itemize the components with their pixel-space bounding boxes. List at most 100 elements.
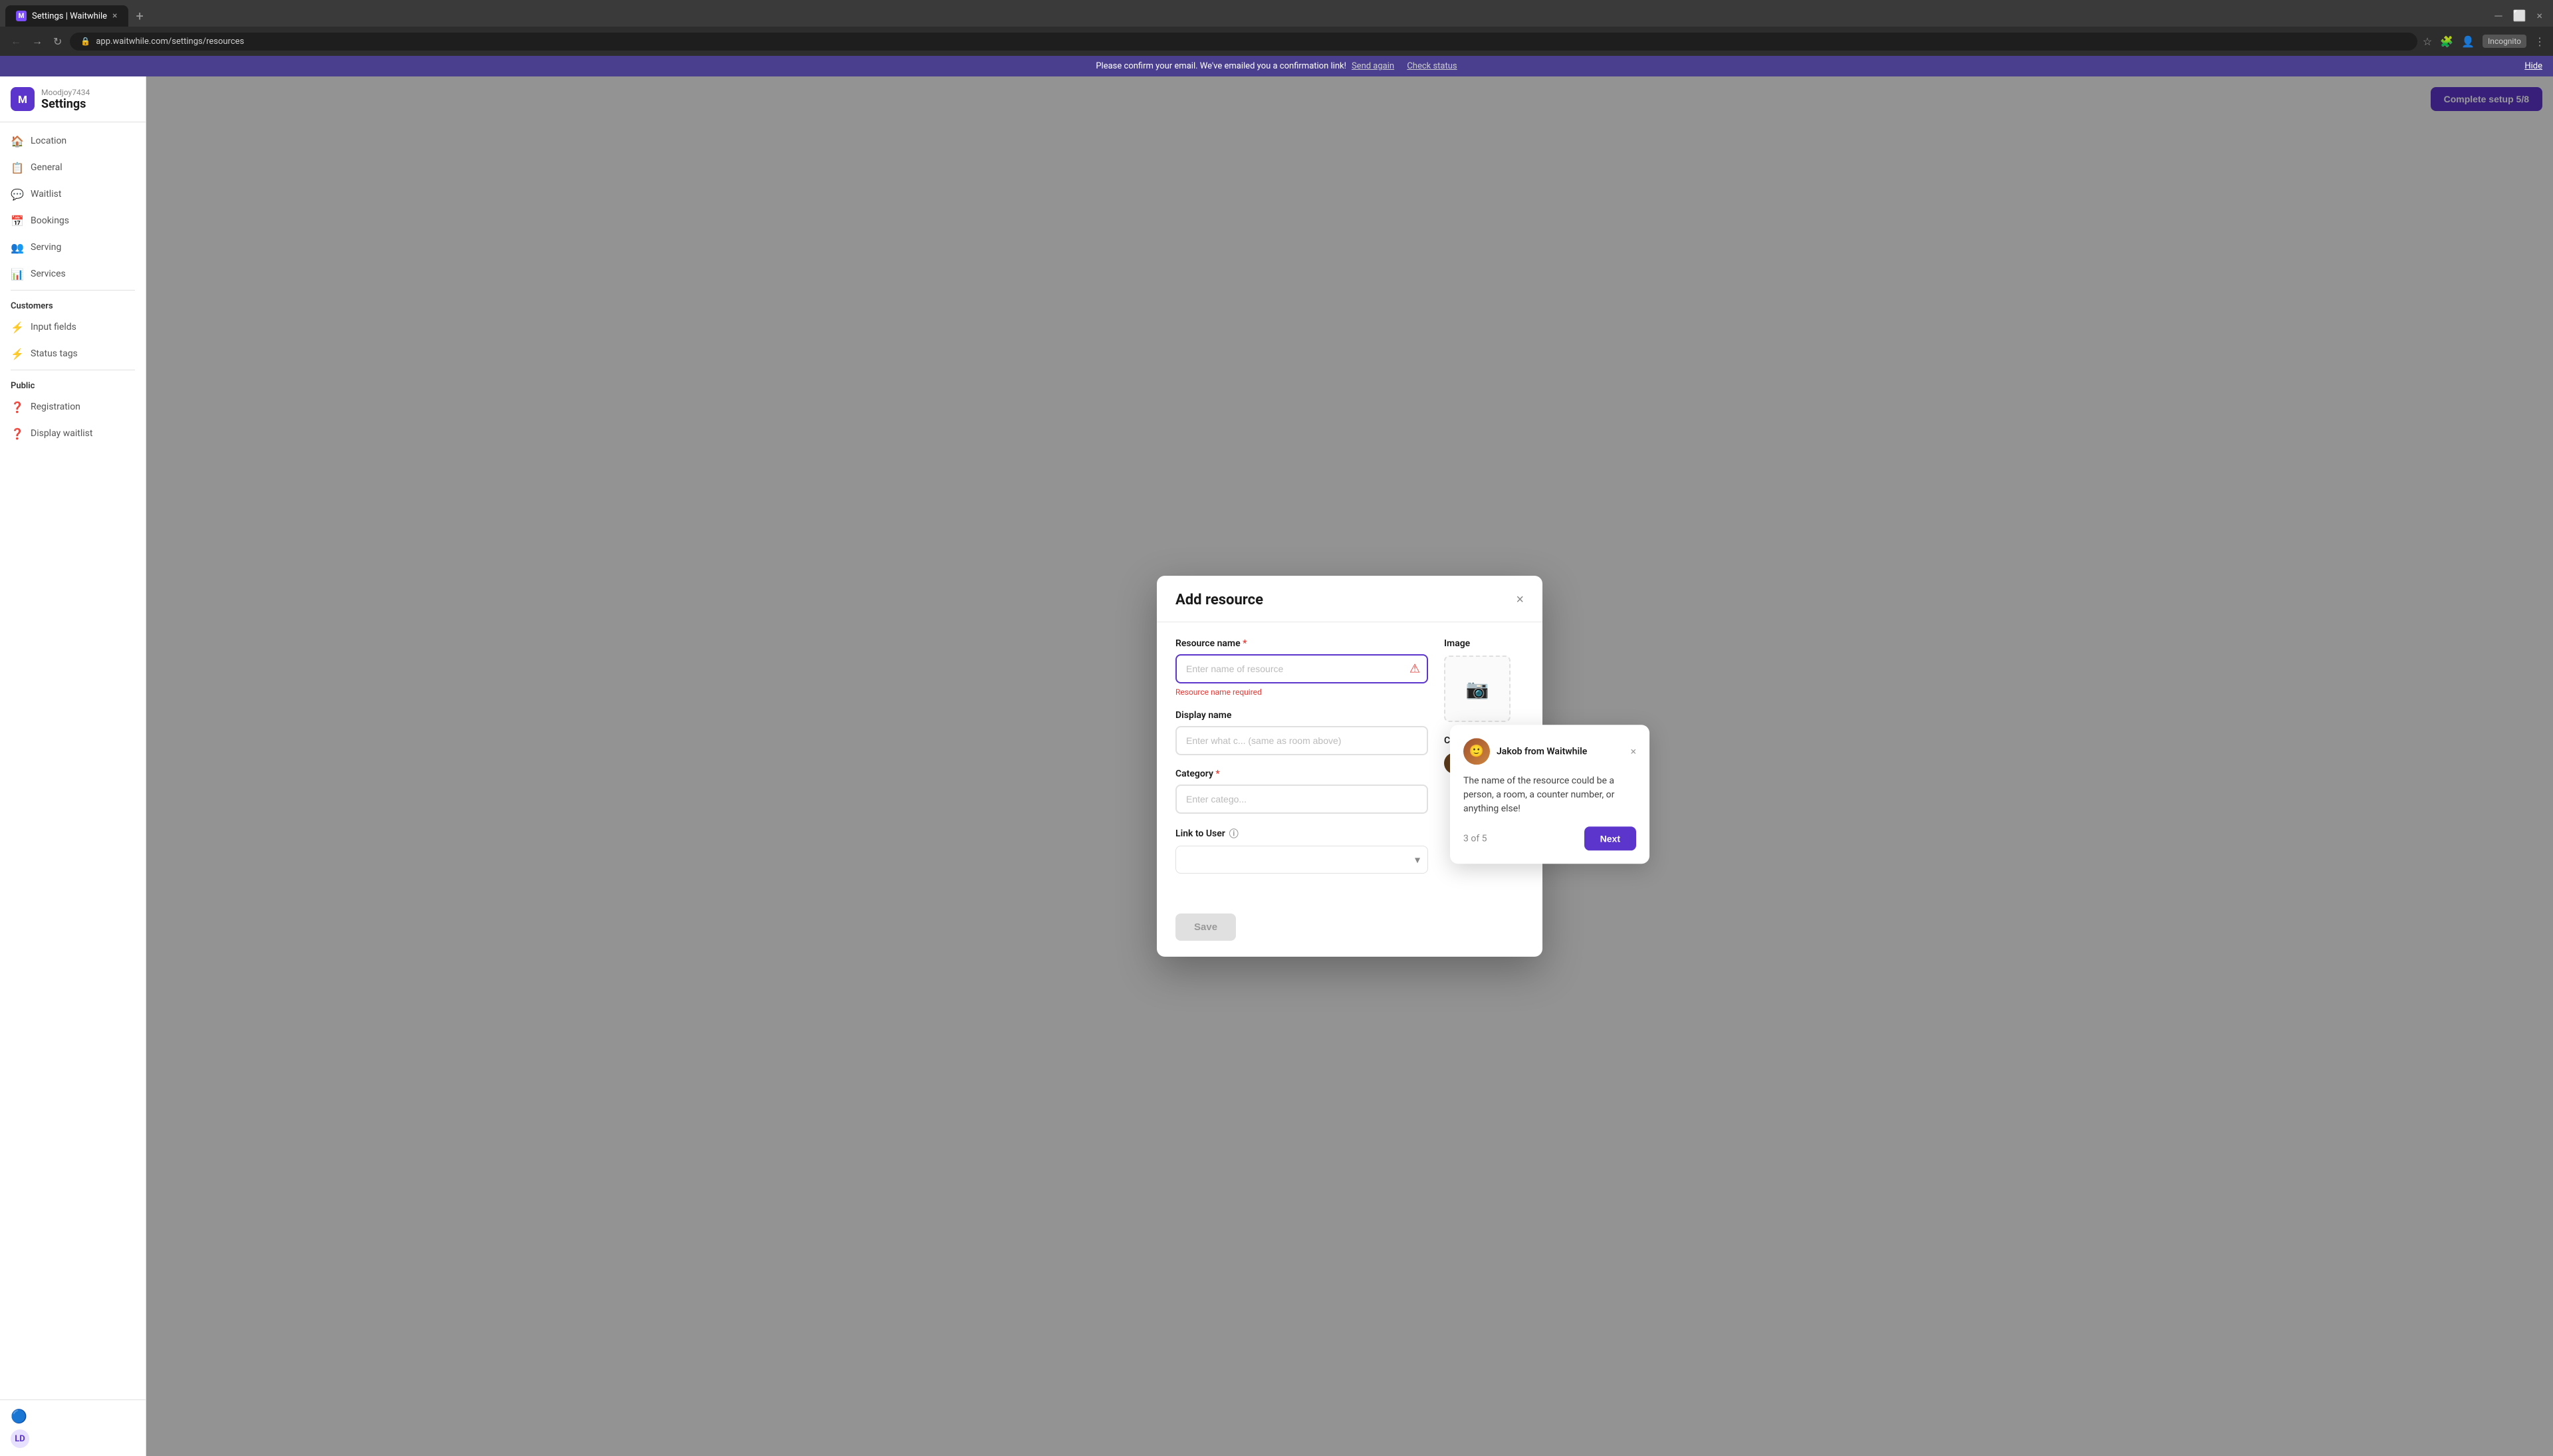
sidebar-footer-orb[interactable]: 🔵 <box>11 1408 135 1424</box>
bookmark-icon[interactable]: ☆ <box>2423 35 2432 48</box>
customers-section-label: Customers <box>0 293 146 314</box>
display-name-input[interactable] <box>1175 726 1428 755</box>
modal-close-button[interactable]: × <box>1516 592 1524 608</box>
browser-chrome: M Settings | Waitwhile × + ─ ⬜ × ← → ↻ 🔒… <box>0 0 2553 56</box>
serving-icon: 👥 <box>11 241 24 254</box>
resource-name-input-wrapper: ⚠ <box>1175 654 1428 683</box>
link-to-user-help-icon[interactable]: ⓘ <box>1229 827 1239 840</box>
input-error-icon: ⚠ <box>1409 662 1420 676</box>
modal-footer: Save <box>1157 903 1542 957</box>
notification-text: Please confirm your email. We've emailed… <box>1096 61 1346 71</box>
sidebar-avatar-letter: M <box>18 93 27 106</box>
sidebar-item-label: Services <box>31 269 66 279</box>
reload-button[interactable]: ↻ <box>51 33 64 51</box>
sidebar-nav: 🏠 Location 📋 General 💬 Waitlist 📅 Bookin… <box>0 122 146 1399</box>
sidebar-item-label: Registration <box>31 402 80 412</box>
tooltip-next-button[interactable]: Next <box>1584 826 1636 850</box>
sidebar-header: M Moodjoy7434 Settings <box>0 76 146 122</box>
modal-header: Add resource × <box>1157 576 1542 622</box>
category-label: Category * <box>1175 769 1428 779</box>
tooltip-author-name: Jakob from Waitwhile <box>1497 746 1624 757</box>
sidebar-item-label: General <box>31 162 62 173</box>
tooltip-avatar: 🙂 <box>1463 738 1490 765</box>
resource-name-error: Resource name required <box>1175 687 1428 697</box>
link-to-user-group: Link to User ⓘ ▾ <box>1175 827 1428 874</box>
sidebar-item-registration[interactable]: ❓ Registration <box>0 394 146 420</box>
sidebar-section-title: Settings <box>41 97 90 111</box>
status-tags-icon: ⚡ <box>11 347 24 360</box>
minimize-button[interactable]: ─ <box>2494 9 2502 23</box>
sidebar-item-general[interactable]: 📋 General <box>0 154 146 181</box>
required-asterisk: * <box>1243 638 1247 649</box>
display-name-label: Display name <box>1175 710 1428 721</box>
category-group: Category * <box>1175 769 1428 814</box>
tooltip-footer: 3 of 5 Next <box>1463 826 1636 850</box>
sidebar-item-location[interactable]: 🏠 Location <box>0 128 146 154</box>
sidebar-logo-avatar: M <box>11 87 35 111</box>
sidebar-item-services[interactable]: 📊 Services <box>0 261 146 287</box>
sidebar-item-bookings[interactable]: 📅 Bookings <box>0 207 146 234</box>
address-text: app.waitwhile.com/settings/resources <box>96 37 244 47</box>
menu-icon[interactable]: ⋮ <box>2534 35 2545 48</box>
forward-button[interactable]: → <box>29 32 45 51</box>
app-layout: M Moodjoy7434 Settings 🏠 Location 📋 Gene… <box>0 76 2553 1456</box>
sidebar-item-serving[interactable]: 👥 Serving <box>0 234 146 261</box>
browser-toolbar: ← → ↻ 🔒 app.waitwhile.com/settings/resou… <box>0 27 2553 56</box>
home-icon: 🏠 <box>11 134 24 148</box>
maximize-button[interactable]: ⬜ <box>2513 9 2526 23</box>
display-waitlist-icon: ❓ <box>11 427 24 440</box>
tooltip-popup: 🙂 Jakob from Waitwhile × The name of the… <box>1450 725 1649 864</box>
sidebar-item-label: Location <box>31 136 66 146</box>
browser-tab-active[interactable]: M Settings | Waitwhile × <box>5 5 128 27</box>
incognito-badge[interactable]: Incognito <box>2483 35 2526 48</box>
notification-bar: Please confirm your email. We've emailed… <box>0 56 2553 76</box>
toolbar-actions: ☆ 🧩 👤 Incognito ⋮ <box>2423 35 2545 48</box>
tab-title: Settings | Waitwhile <box>32 11 107 21</box>
tooltip-close-button[interactable]: × <box>1630 745 1636 757</box>
tooltip-body-text: The name of the resource could be a pers… <box>1463 774 1636 816</box>
sidebar-item-label: Display waitlist <box>31 428 92 439</box>
modal-form-column: Resource name * ⚠ Resource name required <box>1175 638 1428 887</box>
sidebar-item-waitlist[interactable]: 💬 Waitlist <box>0 181 146 207</box>
registration-icon: ❓ <box>11 400 24 414</box>
extensions-icon[interactable]: 🧩 <box>2440 35 2453 48</box>
sidebar-item-display-waitlist[interactable]: ❓ Display waitlist <box>0 420 146 447</box>
services-icon: 📊 <box>11 267 24 281</box>
browser-tabs: M Settings | Waitwhile × + ─ ⬜ × <box>0 0 2553 27</box>
back-button[interactable]: ← <box>8 32 24 51</box>
image-upload-area[interactable]: 📷 <box>1444 656 1511 722</box>
tooltip-header: 🙂 Jakob from Waitwhile × <box>1463 738 1636 765</box>
sidebar-item-input-fields[interactable]: ⚡ Input fields <box>0 314 146 340</box>
tooltip-progress: 3 of 5 <box>1463 833 1487 844</box>
sidebar-username: Moodjoy7434 <box>41 88 90 97</box>
close-window-button[interactable]: × <box>2536 9 2542 23</box>
sidebar-item-label: Input fields <box>31 322 76 332</box>
resource-name-label: Resource name * <box>1175 638 1428 649</box>
resource-name-input[interactable] <box>1175 654 1428 683</box>
resource-name-group: Resource name * ⚠ Resource name required <box>1175 638 1428 697</box>
image-section-label: Image <box>1444 638 1524 649</box>
modal-overlay: Add resource × Resource name * <box>146 76 2553 1456</box>
chat-icon: 💬 <box>11 187 24 201</box>
sidebar-item-status-tags[interactable]: ⚡ Status tags <box>0 340 146 367</box>
category-input[interactable] <box>1175 785 1428 814</box>
check-status-link[interactable]: Check status <box>1407 61 1457 71</box>
sidebar-footer: 🔵 LD <box>0 1399 146 1456</box>
link-to-user-select[interactable] <box>1175 846 1428 874</box>
hide-notification-button[interactable]: Hide <box>2524 61 2542 71</box>
save-button[interactable]: Save <box>1175 913 1236 941</box>
send-again-link[interactable]: Send again <box>1352 61 1394 71</box>
new-tab-button[interactable]: + <box>131 5 149 27</box>
browser-window-controls: ─ ⬜ × <box>2494 9 2548 23</box>
tab-close-button[interactable]: × <box>112 11 117 21</box>
main-content: Complete setup 5/8 Add resource × Reso <box>146 76 2553 1456</box>
public-section-label: Public <box>0 373 146 394</box>
sidebar-footer-help[interactable]: LD <box>11 1429 135 1448</box>
sidebar-divider <box>11 290 135 291</box>
sidebar-item-label: Waitlist <box>31 189 61 199</box>
bookings-icon: 📅 <box>11 214 24 227</box>
tab-favicon: M <box>16 11 27 21</box>
sidebar-item-label: Bookings <box>31 215 69 226</box>
address-bar[interactable]: 🔒 app.waitwhile.com/settings/resources <box>70 33 2417 51</box>
profile-icon[interactable]: 👤 <box>2461 35 2475 48</box>
